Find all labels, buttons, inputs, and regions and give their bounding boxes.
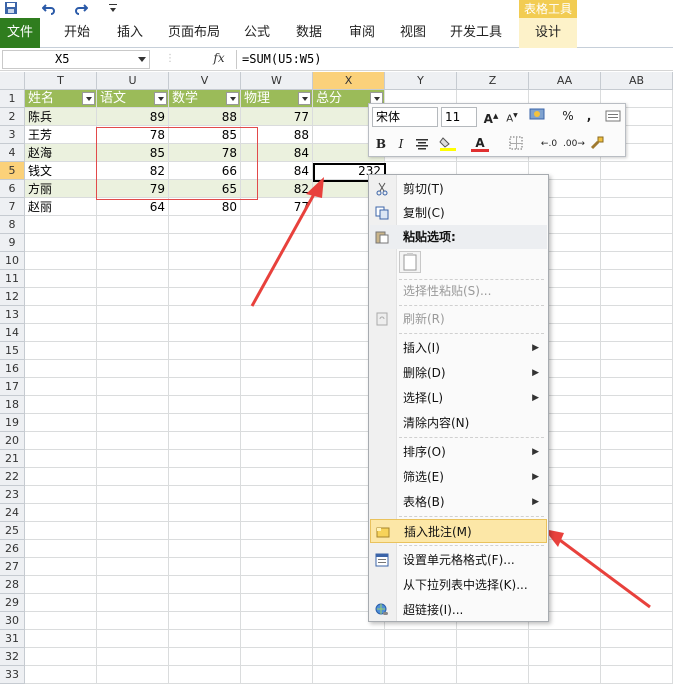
menu-item-table[interactable]: 表格(B) ▶: [370, 490, 547, 514]
menu-item-insert[interactable]: 插入(I) ▶: [370, 336, 547, 360]
excel-window: 表格工具 文件 开始 插入 页面布局 公式 数据 审阅 视图 开发工具 设计 X…: [0, 0, 673, 687]
menu-item-select[interactable]: 选择(L) ▶: [370, 386, 547, 410]
menu-item-label: 刷新(R): [403, 312, 445, 326]
font-size-field[interactable]: 11: [441, 107, 477, 127]
menu-item-filter[interactable]: 筛选(E) ▶: [370, 465, 547, 489]
context-menu: 剪切(T) 复制(C) 粘贴选项: 选择性粘贴(S)... 刷新(R) 插入(I…: [368, 174, 549, 622]
menu-item-label: 插入批注(M): [404, 525, 472, 539]
submenu-arrow-icon: ▶: [532, 447, 539, 457]
submenu-arrow-icon: ▶: [532, 472, 539, 482]
copy-icon: [375, 206, 389, 220]
submenu-arrow-icon: ▶: [532, 497, 539, 507]
menu-item-cut[interactable]: 剪切(T): [370, 177, 547, 201]
menu-separator: [399, 333, 544, 334]
menu-separator: [399, 305, 544, 306]
menu-item-label: 表格(B): [403, 495, 445, 509]
menu-item-format-cells[interactable]: 设置单元格格式(F)...: [370, 548, 547, 572]
menu-item-sort[interactable]: 排序(O) ▶: [370, 440, 547, 464]
fill-color-icon[interactable]: [437, 135, 461, 156]
menu-item-label: 筛选(E): [403, 470, 444, 484]
bold-button[interactable]: B: [374, 135, 388, 153]
menu-separator: [399, 545, 544, 546]
decrease-decimal-icon[interactable]: .00→: [563, 135, 585, 153]
increase-decimal-icon[interactable]: ←.0: [539, 135, 559, 153]
menu-item-delete[interactable]: 删除(D) ▶: [370, 361, 547, 385]
paste-clipboard-icon: [403, 253, 417, 271]
menu-paste-options-header: 粘贴选项:: [370, 225, 547, 249]
menu-item-hyperlink[interactable]: 超链接(I)...: [370, 598, 547, 622]
menu-item-label: 粘贴选项:: [403, 230, 456, 244]
currency-format-icon[interactable]: [527, 107, 547, 126]
menu-item-clear-contents[interactable]: 清除内容(N): [370, 411, 547, 435]
menu-item-insert-comment[interactable]: 插入批注(M): [370, 519, 547, 543]
menu-item-label: 从下拉列表中选择(K)...: [403, 578, 528, 592]
comment-icon: [376, 527, 390, 538]
font-name-field[interactable]: 宋体: [372, 107, 438, 127]
menu-item-label: 复制(C): [403, 206, 445, 220]
menu-separator: [399, 516, 544, 517]
center-align-icon[interactable]: [414, 137, 430, 155]
menu-separator: [399, 437, 544, 438]
menu-item-label: 删除(D): [403, 366, 446, 380]
menu-item-label: 设置单元格格式(F)...: [403, 553, 515, 567]
hyperlink-icon: [375, 603, 388, 615]
menu-item-paste-special: 选择性粘贴(S)...: [370, 279, 547, 303]
grow-font-icon[interactable]: A▲: [483, 107, 499, 128]
format-cells-icon: [375, 553, 389, 567]
italic-button[interactable]: I: [394, 135, 408, 153]
menu-item-label: 选择(L): [403, 391, 444, 405]
font-color-button[interactable]: A: [471, 134, 489, 152]
comma-style-button[interactable]: ,: [584, 107, 594, 125]
borders-icon[interactable]: [507, 136, 525, 155]
menu-item-label: 剪切(T): [403, 182, 444, 196]
menu-item-label: 插入(I): [403, 341, 440, 355]
refresh-icon: [376, 312, 388, 326]
menu-item-refresh: 刷新(R): [370, 307, 547, 331]
paste-icon: [375, 231, 389, 244]
scissors-icon: [376, 182, 388, 196]
menu-item-label: 选择性粘贴(S)...: [403, 284, 492, 298]
format-painter-icon[interactable]: [603, 109, 623, 127]
menu-item-copy[interactable]: 复制(C): [370, 201, 547, 225]
menu-item-label: 排序(O): [403, 445, 446, 459]
paste-option-button[interactable]: [399, 251, 421, 273]
submenu-arrow-icon: ▶: [532, 393, 539, 403]
submenu-arrow-icon: ▶: [532, 343, 539, 353]
shrink-font-icon[interactable]: A▼: [505, 107, 519, 128]
paintbrush-icon[interactable]: [587, 135, 607, 156]
mini-toolbar: 宋体 11 A▲ A▼ % , B I A ←.0 .00→: [368, 103, 626, 157]
percent-style-button[interactable]: %: [561, 107, 575, 125]
menu-item-label: 清除内容(N): [403, 416, 470, 430]
menu-item-pick-from-list[interactable]: 从下拉列表中选择(K)...: [370, 573, 547, 597]
submenu-arrow-icon: ▶: [532, 368, 539, 378]
menu-item-label: 超链接(I)...: [403, 603, 464, 617]
